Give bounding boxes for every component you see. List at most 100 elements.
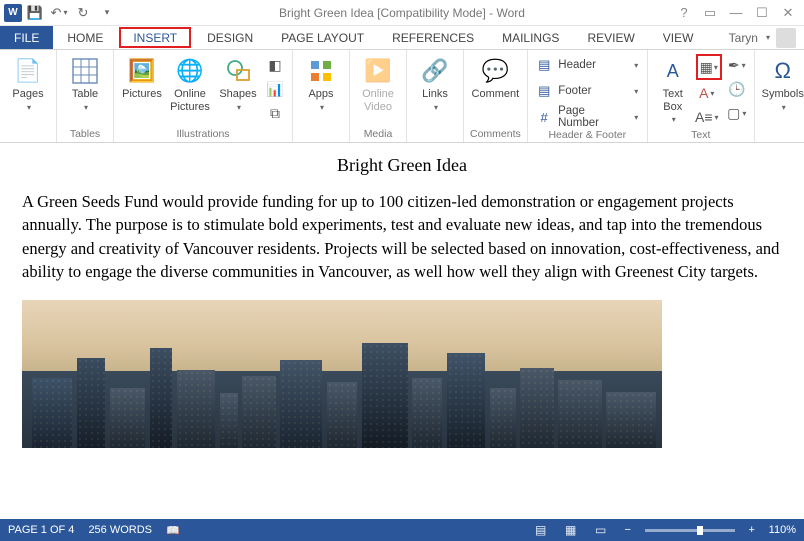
inserted-image[interactable] bbox=[22, 300, 662, 448]
minimize-button[interactable]: — bbox=[724, 2, 748, 24]
tab-insert[interactable]: INSERT bbox=[119, 27, 191, 48]
smartart-button[interactable]: ◧ bbox=[264, 54, 286, 76]
table-button[interactable]: Table ▾ bbox=[63, 54, 107, 114]
pages-label: Pages bbox=[12, 88, 43, 101]
page-number-button[interactable]: # Page Number ▾ bbox=[532, 106, 642, 128]
tab-view[interactable]: VIEW bbox=[649, 26, 708, 49]
text-box-label: Text Box bbox=[656, 88, 690, 113]
group-symbols: Ω Symbols ▾ bbox=[755, 50, 804, 142]
tab-references[interactable]: REFERENCES bbox=[378, 26, 488, 49]
group-media: ▶️ Online Video Media bbox=[350, 50, 407, 142]
date-time-button[interactable]: 🕒 bbox=[726, 78, 748, 100]
user-name[interactable]: Taryn bbox=[729, 31, 758, 45]
header-label: Header bbox=[558, 59, 596, 71]
links-button[interactable]: 🔗 Links ▾ bbox=[413, 54, 457, 114]
tab-file[interactable]: FILE bbox=[0, 26, 53, 49]
group-pages: 📄 Pages ▾ bbox=[0, 50, 57, 142]
web-layout-button[interactable]: ▭ bbox=[591, 522, 611, 538]
pages-button[interactable]: 📄 Pages ▾ bbox=[6, 54, 50, 114]
document-area[interactable]: Bright Green Idea A Green Seeds Fund wou… bbox=[0, 143, 804, 519]
shapes-icon bbox=[223, 56, 253, 86]
window-controls: ? ▭ — ☐ ✕ bbox=[672, 2, 804, 24]
apps-icon bbox=[306, 56, 336, 86]
comment-icon: 💬 bbox=[480, 56, 510, 86]
avatar[interactable] bbox=[776, 28, 796, 48]
online-video-icon: ▶️ bbox=[363, 56, 393, 86]
page-number-icon: # bbox=[536, 109, 552, 125]
symbols-icon: Ω bbox=[768, 56, 798, 86]
footer-icon: ▤ bbox=[536, 83, 552, 99]
pictures-button[interactable]: 🖼️ Pictures bbox=[120, 54, 164, 103]
online-pictures-button[interactable]: 🌐 Online Pictures bbox=[168, 54, 212, 115]
table-icon bbox=[70, 56, 100, 86]
table-label: Table bbox=[72, 88, 98, 101]
document-body: A Green Seeds Fund would provide funding… bbox=[0, 176, 804, 284]
tab-review[interactable]: REVIEW bbox=[573, 26, 648, 49]
tab-home[interactable]: HOME bbox=[53, 26, 117, 49]
group-label-text: Text bbox=[654, 128, 748, 142]
word-logo-icon: W bbox=[4, 4, 22, 22]
group-apps: Apps ▾ bbox=[293, 50, 350, 142]
page-indicator[interactable]: PAGE 1 OF 4 bbox=[8, 524, 74, 536]
undo-button[interactable]: ↶▾ bbox=[48, 2, 70, 24]
pictures-label: Pictures bbox=[122, 88, 162, 101]
group-label-links bbox=[413, 126, 457, 142]
group-text: A Text Box ▾ ▦▾ A▾ A≡▾ ✒▾ 🕒 ▢▾ Text bbox=[648, 50, 755, 142]
redo-button[interactable]: ↻ bbox=[72, 2, 94, 24]
group-label-symbols bbox=[761, 126, 804, 142]
zoom-level[interactable]: 110% bbox=[769, 524, 796, 536]
chart-button[interactable]: 📊 bbox=[264, 78, 286, 100]
ribbon: 📄 Pages ▾ Table ▾ Tables 🖼️ Pictures bbox=[0, 50, 804, 143]
drop-cap-button[interactable]: A≡▾ bbox=[696, 106, 718, 128]
group-links: 🔗 Links ▾ bbox=[407, 50, 464, 142]
shapes-label: Shapes bbox=[219, 88, 256, 101]
pictures-icon: 🖼️ bbox=[127, 56, 157, 86]
signature-line-button[interactable]: ✒▾ bbox=[726, 54, 748, 76]
footer-button[interactable]: ▤ Footer ▾ bbox=[532, 80, 642, 102]
footer-label: Footer bbox=[558, 85, 591, 97]
print-layout-button[interactable]: ▦ bbox=[561, 522, 581, 538]
group-tables: Table ▾ Tables bbox=[57, 50, 114, 142]
links-label: Links bbox=[422, 88, 448, 101]
comment-label: Comment bbox=[472, 88, 520, 101]
maximize-button[interactable]: ☐ bbox=[750, 2, 774, 24]
user-area: Taryn▾ bbox=[729, 26, 804, 49]
quick-parts-button[interactable]: ▦▾ bbox=[696, 54, 722, 80]
comment-button[interactable]: 💬 Comment bbox=[473, 54, 517, 103]
read-mode-button[interactable]: ▤ bbox=[531, 522, 551, 538]
shapes-button[interactable]: Shapes ▾ bbox=[216, 54, 260, 114]
document-title: Bright Green Idea bbox=[0, 155, 804, 176]
save-button[interactable]: 💾 bbox=[24, 2, 46, 24]
proofing-button[interactable]: 📖 bbox=[166, 524, 180, 537]
symbols-button[interactable]: Ω Symbols ▾ bbox=[761, 54, 804, 114]
title-bar: W 💾 ↶▾ ↻ ▾ Bright Green Idea [Compatibil… bbox=[0, 0, 804, 26]
close-button[interactable]: ✕ bbox=[776, 2, 800, 24]
screenshot-button[interactable]: ⧉ bbox=[264, 102, 286, 124]
object-button[interactable]: ▢▾ bbox=[726, 102, 748, 124]
header-button[interactable]: ▤ Header ▾ bbox=[532, 54, 642, 76]
text-box-button[interactable]: A Text Box ▾ bbox=[654, 54, 692, 126]
group-label-apps bbox=[299, 126, 343, 142]
zoom-in-button[interactable]: + bbox=[745, 524, 759, 536]
links-icon: 🔗 bbox=[420, 56, 450, 86]
group-label-blank bbox=[6, 126, 50, 142]
status-bar: PAGE 1 OF 4 256 WORDS 📖 ▤ ▦ ▭ − + 110% bbox=[0, 519, 804, 541]
symbols-label: Symbols bbox=[762, 88, 804, 101]
group-illustrations: 🖼️ Pictures 🌐 Online Pictures Shapes ▾ ◧… bbox=[114, 50, 293, 142]
group-label-tables: Tables bbox=[63, 126, 107, 142]
word-count[interactable]: 256 WORDS bbox=[88, 524, 152, 536]
ribbon-display-button[interactable]: ▭ bbox=[698, 2, 722, 24]
group-label-comments: Comments bbox=[470, 126, 521, 142]
page-number-label: Page Number bbox=[558, 105, 628, 129]
tab-design[interactable]: DESIGN bbox=[193, 26, 267, 49]
zoom-slider[interactable] bbox=[645, 529, 735, 532]
ribbon-tabs: FILE HOME INSERT DESIGN PAGE LAYOUT REFE… bbox=[0, 26, 804, 50]
tab-page-layout[interactable]: PAGE LAYOUT bbox=[267, 26, 378, 49]
zoom-out-button[interactable]: − bbox=[621, 524, 635, 536]
help-button[interactable]: ? bbox=[672, 2, 696, 24]
apps-button[interactable]: Apps ▾ bbox=[299, 54, 343, 114]
text-box-icon: A bbox=[658, 56, 688, 86]
tab-mailings[interactable]: MAILINGS bbox=[488, 26, 573, 49]
wordart-button[interactable]: A▾ bbox=[696, 82, 718, 104]
qat-customize-button[interactable]: ▾ bbox=[96, 2, 118, 24]
